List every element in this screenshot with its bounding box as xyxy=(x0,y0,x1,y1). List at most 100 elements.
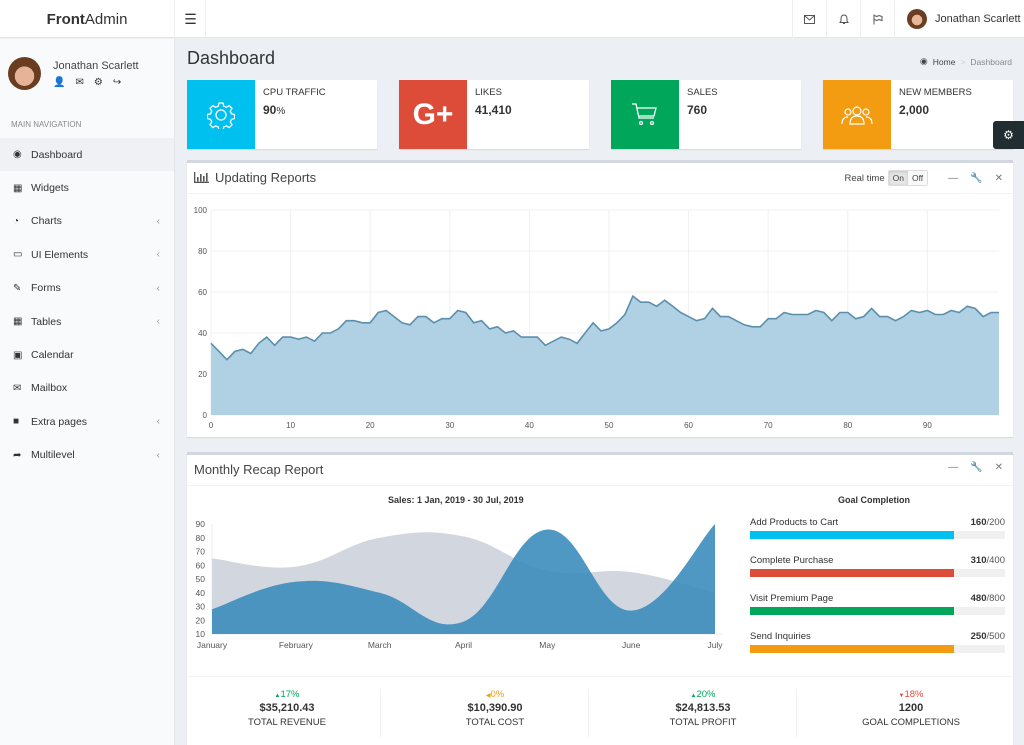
y-tick-label: 20 xyxy=(196,615,206,625)
goal-completion-title: Goal Completion xyxy=(838,495,910,505)
breadcrumb-current: Dashboard xyxy=(970,56,1012,67)
sidebar-item-charts[interactable]: ◔ Charts ‹ xyxy=(0,205,174,238)
goal-item: Visit Premium Page 480/800 xyxy=(750,593,1005,615)
nav-header: MAIN NAVIGATION xyxy=(11,120,82,129)
y-tick-label: 60 xyxy=(198,288,207,297)
info-box-cpu-traffic: CPU TRAFFIC 90% xyxy=(187,80,377,149)
goal-total: 500 xyxy=(989,631,1005,642)
x-tick-label: 20 xyxy=(366,421,375,430)
goal-label: Send Inquiries xyxy=(750,631,811,642)
realtime-on-button[interactable]: On xyxy=(888,171,908,185)
cart-icon xyxy=(632,102,657,125)
info-box-label: NEW MEMBERS xyxy=(899,87,972,98)
x-tick-label: April xyxy=(455,640,472,650)
minus-icon[interactable]: — xyxy=(948,462,958,473)
goal-progress-track xyxy=(750,569,1005,577)
dashboard-icon: ◉ xyxy=(919,56,928,66)
y-tick-label: 50 xyxy=(196,574,206,584)
realtime-off-button[interactable]: Off xyxy=(907,171,928,185)
sidebar-item-forms[interactable]: ✎ Forms ‹ xyxy=(0,272,174,305)
sidebar-item-ui-elements[interactable]: ▭ UI Elements ‹ xyxy=(0,238,174,271)
share-icon: ➦ xyxy=(13,449,22,461)
edit-icon: ✎ xyxy=(13,282,22,294)
x-tick-label: 10 xyxy=(286,421,295,430)
sidebar-item-label: Dashboard xyxy=(31,148,83,161)
y-tick-label: 100 xyxy=(194,206,208,215)
top-navbar: Front Admin ☰ Jonathan Scarlett xyxy=(0,0,1024,38)
sidebar-item-widgets[interactable]: ▦ Widgets xyxy=(0,171,174,204)
close-icon[interactable]: ✕ xyxy=(995,462,1003,473)
y-tick-label: 80 xyxy=(198,247,207,256)
minus-icon[interactable]: — xyxy=(948,173,958,184)
x-tick-label: 0 xyxy=(209,421,214,430)
stat-total-cost: ◀0% $10,390.90 TOTAL COST xyxy=(395,689,595,728)
sidebar-item-extra-pages[interactable]: ■ Extra pages ‹ xyxy=(0,405,174,438)
tasks-button[interactable] xyxy=(860,0,894,38)
x-tick-label: February xyxy=(279,640,314,650)
avatar xyxy=(8,57,41,90)
stat-percentage: ▼18% xyxy=(811,689,1011,700)
goal-progress-track xyxy=(750,531,1005,539)
info-box-icon-bg xyxy=(611,80,679,149)
google-plus-icon: G+ xyxy=(412,97,454,131)
avatar xyxy=(907,9,927,29)
control-sidebar-button[interactable]: ⚙ xyxy=(993,121,1024,149)
gear-icon[interactable]: ⚙ xyxy=(94,77,103,88)
realtime-control: Real time On Off xyxy=(845,170,929,186)
gear-icon xyxy=(207,101,235,129)
user-icon[interactable]: 👤 xyxy=(53,77,65,88)
y-tick-label: 40 xyxy=(196,588,206,598)
sidebar-item-mailbox[interactable]: ✉ Mailbox xyxy=(0,372,174,405)
sidebar-item-calendar[interactable]: ▣ Calendar xyxy=(0,338,174,371)
box-header: Monthly Recap Report — 🔧 ✕ xyxy=(187,455,1013,486)
goal-item: Complete Purchase 310/400 xyxy=(750,555,1005,577)
sidebar-item-label: Extra pages xyxy=(31,415,88,428)
chevron-left-icon: ‹ xyxy=(156,316,160,328)
info-box-icon-bg: G+ xyxy=(399,80,467,149)
x-tick-label: 70 xyxy=(764,421,773,430)
goal-total: 400 xyxy=(989,555,1005,566)
sidebar-toggle-button[interactable]: ☰ xyxy=(176,0,206,38)
x-tick-label: 40 xyxy=(525,421,534,430)
x-tick-label: July xyxy=(707,640,723,650)
breadcrumb: ◉ Home > Dashboard xyxy=(920,56,1012,67)
sidebar-item-tables[interactable]: ▦ Tables ‹ xyxy=(0,305,174,338)
sales-chart: 10 20 30 40 50 60 70 80 90 January February March Ap… xyxy=(196,519,724,650)
sidebar-item-multilevel[interactable]: ➦ Multilevel ‹ xyxy=(0,439,174,472)
close-icon[interactable]: ✕ xyxy=(995,173,1003,184)
value-unit: % xyxy=(276,106,286,117)
info-box-likes: G+ LIKES 41,410 xyxy=(399,80,589,149)
stat-amount: $10,390.90 xyxy=(467,702,523,714)
laptop-icon: ▭ xyxy=(13,249,23,261)
box-title-text: Monthly Recap Report xyxy=(194,462,324,477)
goal-progress-fill xyxy=(750,531,954,539)
sidebar-item-dashboard[interactable]: ◉ Dashboard xyxy=(0,138,174,172)
wrench-icon[interactable]: 🔧 xyxy=(970,173,982,184)
stat-label: TOTAL PROFIT xyxy=(669,717,737,728)
x-tick-label: 60 xyxy=(684,421,693,430)
goal-total: 800 xyxy=(989,593,1005,604)
stat-total-revenue: ▲17% $35,210.43 TOTAL REVENUE xyxy=(187,689,387,728)
divider xyxy=(380,689,381,737)
updating-reports-box: Updating Reports Real time On Off — 🔧 ✕ … xyxy=(187,160,1013,437)
stat-pct-text: 17% xyxy=(280,689,300,700)
messages-button[interactable] xyxy=(792,0,826,38)
user-menu[interactable]: Jonathan Scarlett xyxy=(894,0,1024,38)
chevron-left-icon: ‹ xyxy=(156,416,160,428)
wrench-icon[interactable]: 🔧 xyxy=(970,462,982,473)
stat-percentage: ▲20% xyxy=(603,689,803,700)
brand-logo[interactable]: Front Admin xyxy=(0,0,175,38)
sidebar-item-label: Multilevel xyxy=(31,449,75,462)
envelope-icon[interactable]: ✉ xyxy=(75,77,83,88)
breadcrumb-home-link[interactable]: Home xyxy=(933,57,956,67)
sign-out-icon[interactable]: ↪ xyxy=(113,77,121,88)
x-tick-label: 90 xyxy=(923,421,932,430)
user-name: Jonathan Scarlett xyxy=(935,13,1021,25)
calendar-icon: ▣ xyxy=(13,349,23,361)
sidebar-item-label: Tables xyxy=(31,315,62,328)
stat-total-profit: ▲20% $24,813.53 TOTAL PROFIT xyxy=(603,689,803,728)
notifications-button[interactable] xyxy=(826,0,860,38)
y-tick-label: 40 xyxy=(198,329,207,338)
users-icon xyxy=(841,105,873,125)
info-box-label: CPU TRAFFIC xyxy=(263,87,326,98)
